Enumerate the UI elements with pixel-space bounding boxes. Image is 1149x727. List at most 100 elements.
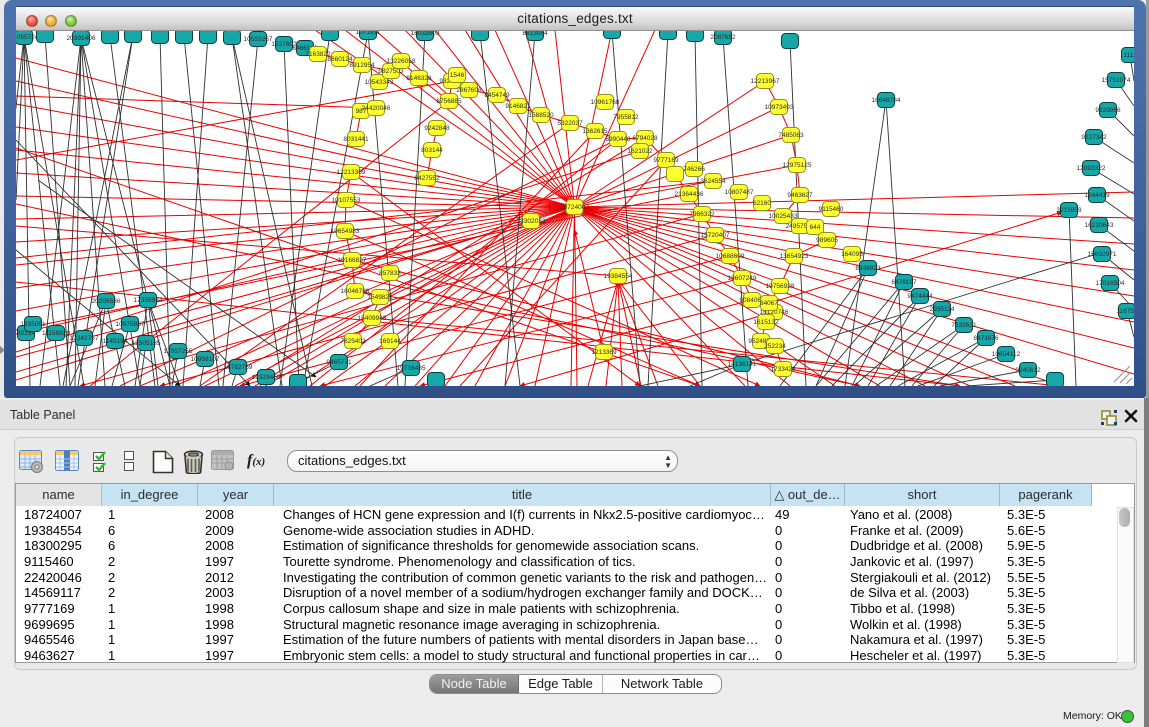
svg-text:15692971: 15692971 [1088, 251, 1117, 258]
svg-text:10553267: 10553267 [244, 36, 273, 43]
svg-text:10961768: 10961768 [591, 99, 620, 106]
svg-text:8146328: 8146328 [406, 75, 432, 82]
svg-text:9146821: 9146821 [505, 103, 531, 110]
svg-text:1071911: 1071911 [356, 31, 381, 36]
svg-text:9227342: 9227342 [1081, 134, 1107, 141]
svg-text:10807487: 10807487 [725, 189, 754, 196]
svg-text:16210643: 16210643 [1085, 222, 1114, 229]
svg-text:6756885: 6756885 [436, 98, 462, 105]
svg-text:20206536: 20206536 [92, 298, 121, 305]
svg-text:21364436: 21364436 [675, 191, 704, 198]
svg-text:7986322: 7986322 [689, 211, 715, 218]
svg-text:10688609: 10688609 [716, 253, 745, 260]
svg-text:13226058: 13226058 [387, 58, 416, 65]
svg-text:3215958: 3215958 [1056, 207, 1082, 214]
svg-text:644: 644 [810, 224, 821, 231]
svg-text:17016504: 17016504 [1096, 280, 1125, 287]
svg-text:9245612: 9245612 [1015, 367, 1041, 374]
svg-text:9474444: 9474444 [907, 293, 933, 300]
svg-text:1362615: 1362615 [582, 128, 608, 135]
svg-text:9777169: 9777169 [653, 157, 679, 164]
svg-text:12505135: 12505135 [132, 340, 161, 347]
svg-text:12342757: 12342757 [70, 335, 99, 342]
svg-text:1145194: 1145194 [103, 338, 128, 345]
svg-text:16033809: 16033809 [411, 31, 440, 37]
svg-text:1733426: 1733426 [770, 366, 796, 373]
svg-text:16648784: 16648784 [872, 97, 901, 104]
svg-text:10107553: 10107553 [332, 197, 361, 204]
svg-text:746266: 746266 [683, 166, 705, 173]
svg-text:9827503: 9827503 [378, 68, 404, 75]
svg-text:8912954: 8912954 [349, 62, 375, 69]
svg-text:6794028: 6794028 [632, 135, 658, 142]
svg-text:16782759: 16782759 [224, 364, 253, 371]
svg-text:8471676: 8471676 [973, 335, 999, 342]
svg-text:17957255: 17957255 [164, 348, 193, 355]
svg-text:20391406: 20391406 [67, 35, 96, 42]
svg-text:1213369: 1213369 [591, 349, 617, 356]
svg-text:1244419: 1244419 [1084, 192, 1110, 199]
svg-text:13654923: 13654923 [780, 253, 809, 260]
svg-text:12975125: 12975125 [783, 162, 812, 169]
svg-text:169144: 169144 [379, 338, 401, 345]
svg-text:7625402: 7625402 [340, 338, 366, 345]
svg-text:19654983: 19654983 [331, 228, 360, 235]
svg-text:11156829: 11156829 [42, 330, 70, 337]
svg-text:15751074: 15751074 [1102, 77, 1131, 84]
svg-text:8427552: 8427552 [414, 175, 440, 182]
svg-text:19384554: 19384554 [604, 273, 633, 280]
svg-text:19166827: 19166827 [338, 257, 367, 264]
svg-text:15720407: 15720407 [701, 232, 730, 239]
svg-text:10654112: 10654112 [992, 351, 1021, 358]
svg-text:9463627: 9463627 [787, 192, 813, 199]
svg-text:19716485: 19716485 [397, 365, 426, 372]
svg-text:803144: 803144 [421, 147, 443, 154]
svg-text:1615132: 1615132 [753, 319, 779, 326]
svg-text:9329966: 9329966 [1095, 107, 1121, 114]
svg-text:1621022: 1621022 [627, 148, 653, 155]
svg-text:14055724: 14055724 [16, 34, 39, 41]
svg-text:10975887: 10975887 [116, 321, 145, 328]
svg-text:1588520: 1588520 [528, 112, 554, 119]
svg-text:14136141: 14136141 [728, 361, 757, 368]
svg-text:1112: 1112 [1123, 52, 1134, 59]
svg-text:16046788: 16046788 [341, 288, 370, 295]
svg-text:8938923: 8938923 [855, 265, 881, 272]
svg-text:2087682: 2087682 [710, 34, 736, 41]
svg-text:24420046: 24420046 [362, 105, 391, 112]
svg-text:18607249: 18607249 [728, 275, 757, 282]
svg-text:3624554: 3624554 [700, 178, 726, 185]
svg-text:7632621: 7632621 [951, 322, 977, 329]
svg-text:9465771: 9465771 [326, 359, 352, 366]
svg-text:62160: 62160 [753, 200, 771, 207]
svg-text:989605: 989605 [816, 237, 838, 244]
svg-text:857833: 857833 [379, 270, 401, 277]
svg-text:9242848: 9242848 [424, 125, 450, 132]
svg-text:8990448: 8990448 [605, 136, 631, 143]
svg-text:84067: 84067 [760, 300, 778, 307]
svg-text:8813054: 8813054 [522, 31, 548, 37]
svg-text:12323468: 12323468 [252, 374, 281, 381]
svg-text:7485063: 7485063 [778, 132, 804, 139]
svg-text:5322037: 5322037 [557, 120, 583, 127]
svg-text:15409948: 15409948 [358, 315, 387, 322]
svg-text:2935114: 2935114 [930, 306, 955, 313]
svg-text:23302033: 23302033 [517, 218, 546, 225]
svg-text:1335061: 1335061 [20, 321, 46, 328]
svg-text:10973493: 10973493 [765, 104, 794, 111]
svg-text:8454749: 8454749 [484, 92, 510, 99]
svg-text:18724007: 18724007 [560, 204, 589, 211]
svg-text:19756928: 19756928 [766, 283, 795, 290]
svg-text:10543342: 10543342 [365, 79, 394, 86]
svg-text:9115460: 9115460 [819, 206, 844, 213]
svg-text:12093322: 12093322 [1077, 165, 1106, 172]
svg-text:17359934: 17359934 [134, 297, 163, 304]
svg-text:6479197: 6479197 [891, 279, 917, 286]
svg-text:164095: 164095 [841, 251, 863, 258]
svg-text:252234: 252234 [764, 343, 786, 350]
svg-text:1549822: 1549822 [367, 294, 393, 301]
svg-text:12213967: 12213967 [751, 78, 780, 85]
svg-text:7955812: 7955812 [613, 114, 639, 121]
svg-text:2867608: 2867608 [456, 87, 482, 94]
svg-text:12213369: 12213369 [337, 169, 366, 176]
